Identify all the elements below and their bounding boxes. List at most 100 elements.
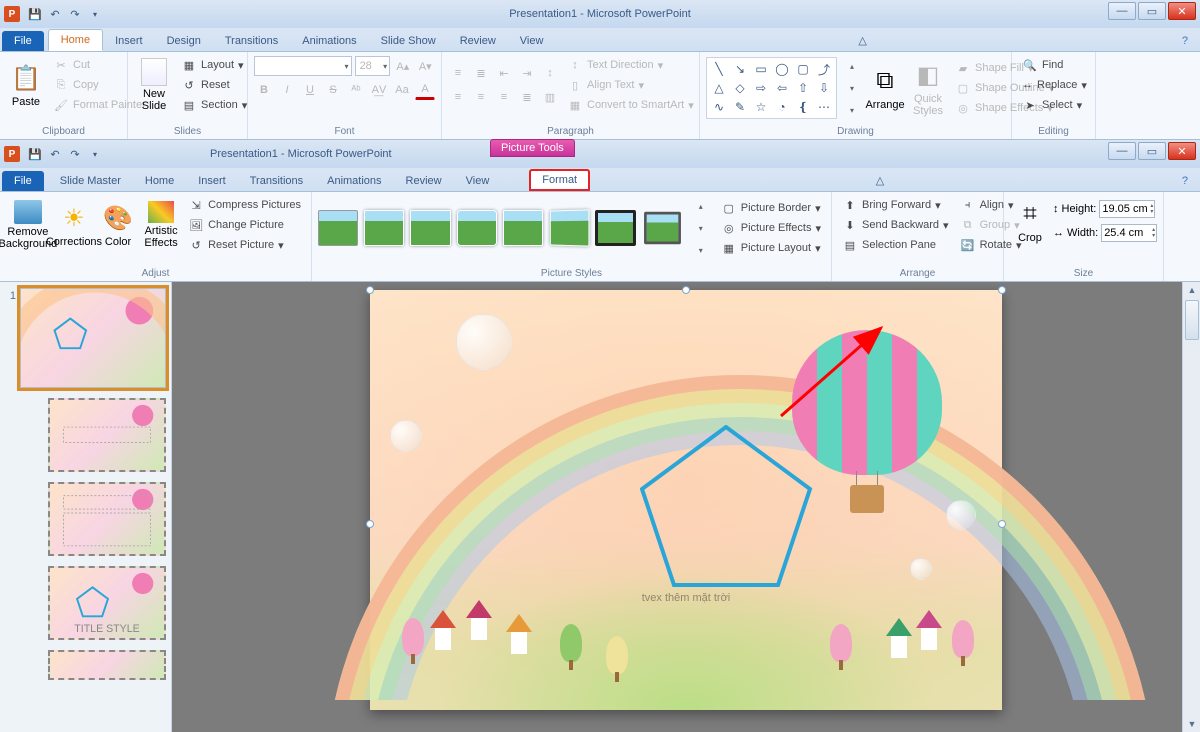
align-left-icon[interactable]: ≡ — [448, 87, 468, 107]
align-center-icon[interactable]: ≡ — [471, 87, 491, 107]
selection-handle[interactable] — [998, 520, 1006, 528]
styles-down-icon[interactable]: ▾ — [691, 218, 711, 238]
save-icon[interactable]: 💾 — [26, 5, 44, 23]
qat-more-icon[interactable]: ▾ — [86, 5, 104, 23]
text-direction-button[interactable]: ↕Text Direction ▾ — [563, 56, 698, 74]
align-text-button[interactable]: ▯Align Text ▾ — [563, 76, 698, 94]
arrange-button[interactable]: ⧉Arrange — [865, 63, 905, 113]
save-icon[interactable]: 💾 — [26, 145, 44, 163]
picture-effects-button[interactable]: ◎Picture Effects ▾ — [717, 219, 825, 237]
send-backward-button[interactable]: ⬇Send Backward ▾ — [838, 216, 953, 234]
columns-icon[interactable]: ▥ — [540, 87, 560, 107]
ribbon-collapse-icon[interactable]: △ — [854, 30, 870, 51]
tab-view[interactable]: View — [454, 171, 502, 191]
tab-slide-master[interactable]: Slide Master — [48, 171, 133, 191]
tab-transitions[interactable]: Transitions — [213, 31, 290, 51]
crop-button[interactable]: ⌗Crop — [1010, 196, 1050, 246]
corrections-button[interactable]: ☀Corrections — [53, 200, 95, 250]
slide-main[interactable]: tvex thêm mặt trời — [370, 290, 1002, 710]
selection-pane-button[interactable]: ▤Selection Pane — [838, 236, 953, 254]
replace-button[interactable]: ↔Replace ▾ — [1018, 76, 1089, 94]
tab-file[interactable]: File — [2, 31, 44, 51]
tab-animations[interactable]: Animations — [290, 31, 368, 51]
line-spacing-icon[interactable]: ↕ — [540, 63, 560, 83]
shrink-font-icon[interactable]: A▾ — [416, 56, 435, 76]
styles-more-icon[interactable]: ▾ — [691, 240, 711, 260]
underline-button[interactable]: U — [300, 80, 320, 100]
undo-icon[interactable]: ↶ — [46, 145, 64, 163]
numbering-icon[interactable]: ≣ — [471, 63, 491, 83]
tab-file[interactable]: File — [2, 171, 44, 191]
slide-thumbnail-3[interactable] — [48, 482, 166, 556]
justify-icon[interactable]: ≣ — [517, 87, 537, 107]
font-color-button[interactable]: A — [415, 80, 435, 100]
redo-icon[interactable]: ↷ — [66, 5, 84, 23]
shadow-button[interactable]: ᴬᵇ — [346, 80, 366, 100]
convert-smartart-button[interactable]: ▦Convert to SmartArt ▾ — [563, 96, 698, 114]
slide-thumbnail-1[interactable] — [20, 288, 166, 388]
select-button[interactable]: ➤Select ▾ — [1018, 96, 1089, 114]
height-input[interactable]: 19.05 cm — [1099, 200, 1155, 218]
minimize-button[interactable]: — — [1108, 142, 1136, 160]
slide-thumbnail-5[interactable] — [48, 650, 166, 680]
strike-button[interactable]: S — [323, 80, 343, 100]
vertical-scrollbar[interactable]: ▲ ▼ — [1182, 282, 1200, 732]
picture-style-2[interactable] — [364, 210, 404, 246]
selection-handle[interactable] — [682, 286, 690, 294]
slide-thumbnail-4[interactable]: TITLE STYLE — [48, 566, 166, 640]
tab-review[interactable]: Review — [394, 171, 454, 191]
close-button[interactable]: ✕ — [1168, 2, 1196, 20]
picture-style-5[interactable] — [503, 210, 543, 246]
shapes-down-icon[interactable]: ▾ — [842, 78, 862, 98]
scroll-up-icon[interactable]: ▲ — [1184, 282, 1200, 298]
scroll-thumb[interactable] — [1185, 300, 1199, 340]
indent-icon[interactable]: ⇥ — [517, 63, 537, 83]
font-family-combo[interactable] — [254, 56, 352, 76]
change-picture-button[interactable]: 🖼Change Picture — [184, 216, 305, 234]
tab-home[interactable]: Home — [133, 171, 186, 191]
tab-design[interactable]: Design — [155, 31, 213, 51]
new-slide-button[interactable]: New Slide — [134, 56, 174, 114]
minimize-button[interactable]: — — [1108, 2, 1136, 20]
bring-forward-button[interactable]: ⬆Bring Forward ▾ — [838, 196, 953, 214]
color-button[interactable]: 🎨Color — [98, 200, 138, 250]
undo-icon[interactable]: ↶ — [46, 5, 64, 23]
shapes-more-icon[interactable]: ▾ — [842, 100, 862, 120]
maximize-button[interactable]: ▭ — [1138, 142, 1166, 160]
picture-style-8[interactable] — [644, 212, 681, 244]
scroll-down-icon[interactable]: ▼ — [1184, 716, 1200, 732]
picture-border-button[interactable]: ▢Picture Border ▾ — [717, 199, 825, 217]
picture-layout-button[interactable]: ▦Picture Layout ▾ — [717, 239, 825, 257]
align-right-icon[interactable]: ≡ — [494, 87, 514, 107]
artistic-effects-button[interactable]: Artistic Effects — [141, 199, 181, 251]
selection-handle[interactable] — [366, 520, 374, 528]
paste-button[interactable]: 📋Paste — [6, 60, 46, 110]
slide-thumbnail-2[interactable] — [48, 398, 166, 472]
width-input[interactable]: 25.4 cm — [1101, 224, 1157, 242]
find-button[interactable]: 🔍Find — [1018, 56, 1089, 74]
styles-up-icon[interactable]: ▴ — [691, 196, 711, 216]
picture-style-7[interactable] — [595, 210, 636, 246]
selection-handle[interactable] — [366, 286, 374, 294]
tab-insert[interactable]: Insert — [186, 171, 238, 191]
tab-slideshow[interactable]: Slide Show — [369, 31, 448, 51]
ribbon-collapse-icon[interactable]: △ — [872, 170, 888, 191]
quick-styles-button[interactable]: ◧Quick Styles — [908, 57, 948, 119]
compress-pictures-button[interactable]: ⇲Compress Pictures — [184, 196, 305, 214]
tab-review[interactable]: Review — [448, 31, 508, 51]
selection-handle[interactable] — [998, 286, 1006, 294]
close-button[interactable]: ✕ — [1168, 142, 1196, 160]
reset-button[interactable]: ↺Reset — [177, 76, 251, 94]
layout-button[interactable]: ▦Layout ▾ — [177, 56, 251, 74]
remove-background-button[interactable]: Remove Background — [6, 198, 50, 252]
reset-picture-button[interactable]: ↺Reset Picture ▾ — [184, 236, 305, 254]
bullets-icon[interactable]: ≡ — [448, 63, 468, 83]
picture-style-3[interactable] — [410, 210, 450, 246]
tab-home[interactable]: Home — [48, 29, 103, 51]
help-icon[interactable]: ? — [1178, 171, 1192, 191]
tab-format[interactable]: Format — [529, 169, 590, 191]
spacing-button[interactable]: A͟V — [369, 80, 389, 100]
shapes-up-icon[interactable]: ▴ — [842, 56, 862, 76]
picture-style-4[interactable] — [457, 210, 497, 246]
grow-font-icon[interactable]: A▴ — [393, 56, 412, 76]
